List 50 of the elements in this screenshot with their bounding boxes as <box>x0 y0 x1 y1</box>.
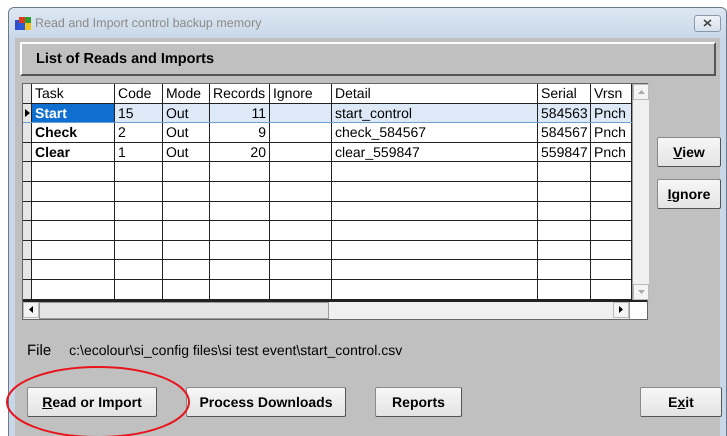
table-cell: 9 <box>210 123 270 142</box>
close-icon <box>703 19 712 27</box>
table-cell: Out <box>163 123 210 142</box>
panel-header: List of Reads and Imports <box>20 42 716 76</box>
table-cell: 584567 <box>538 123 591 142</box>
table-cell: 584563 <box>538 104 591 122</box>
horizontal-scrollbar[interactable] <box>23 300 647 319</box>
left-arrow-icon <box>29 306 33 314</box>
table-cell: Start <box>32 104 115 122</box>
action-button[interactable]: View <box>657 137 721 167</box>
column-header: Ignore <box>270 84 332 103</box>
table-cell: Check <box>32 123 115 142</box>
table-cell: 20 <box>210 142 270 162</box>
up-arrow-icon <box>638 90 644 94</box>
action-button[interactable]: Read or Import <box>27 386 157 417</box>
column-header: Serial <box>538 84 591 103</box>
table-cell: 2 <box>115 123 163 142</box>
table-cell: 15 <box>115 104 163 122</box>
action-button[interactable]: Reports <box>375 386 462 417</box>
right-arrow-icon <box>619 306 623 314</box>
app-icon <box>15 16 31 30</box>
file-path: c:\ecolour\si_config files\si test event\start_control.csv <box>69 342 402 358</box>
file-label: File <box>27 342 52 359</box>
close-button[interactable] <box>694 14 721 32</box>
down-arrow-icon <box>638 290 644 294</box>
column-header: Detail <box>332 84 538 103</box>
table-cell: start_control <box>332 104 538 122</box>
scroll-thumb[interactable] <box>39 302 329 319</box>
scroll-left-button[interactable] <box>23 302 39 318</box>
table-cell: 11 <box>210 104 270 122</box>
action-button[interactable]: Process Downloads <box>186 386 346 417</box>
table-cell: Clear <box>32 142 115 162</box>
row-header[interactable] <box>23 123 32 142</box>
table-cell: 559847 <box>538 142 591 162</box>
table-cell: clear_559847 <box>332 142 538 162</box>
column-header: Task <box>32 84 115 103</box>
column-header: Records <box>210 84 270 103</box>
column-header: Mode <box>163 84 210 103</box>
table-cell: check_584567 <box>332 123 538 142</box>
table-cell: Pnch <box>591 104 632 122</box>
window-title: Read and Import control backup memory <box>35 16 262 30</box>
table-cell: Out <box>163 104 210 122</box>
row-header[interactable] <box>23 142 32 162</box>
action-button[interactable]: Exit <box>640 386 722 417</box>
scroll-right-button[interactable] <box>613 302 629 318</box>
table-cell: 1 <box>115 142 163 162</box>
column-header: Code <box>115 84 163 103</box>
action-button[interactable]: Ignore <box>657 179 721 209</box>
row-header[interactable] <box>23 104 32 122</box>
table-cell: Out <box>163 142 210 162</box>
